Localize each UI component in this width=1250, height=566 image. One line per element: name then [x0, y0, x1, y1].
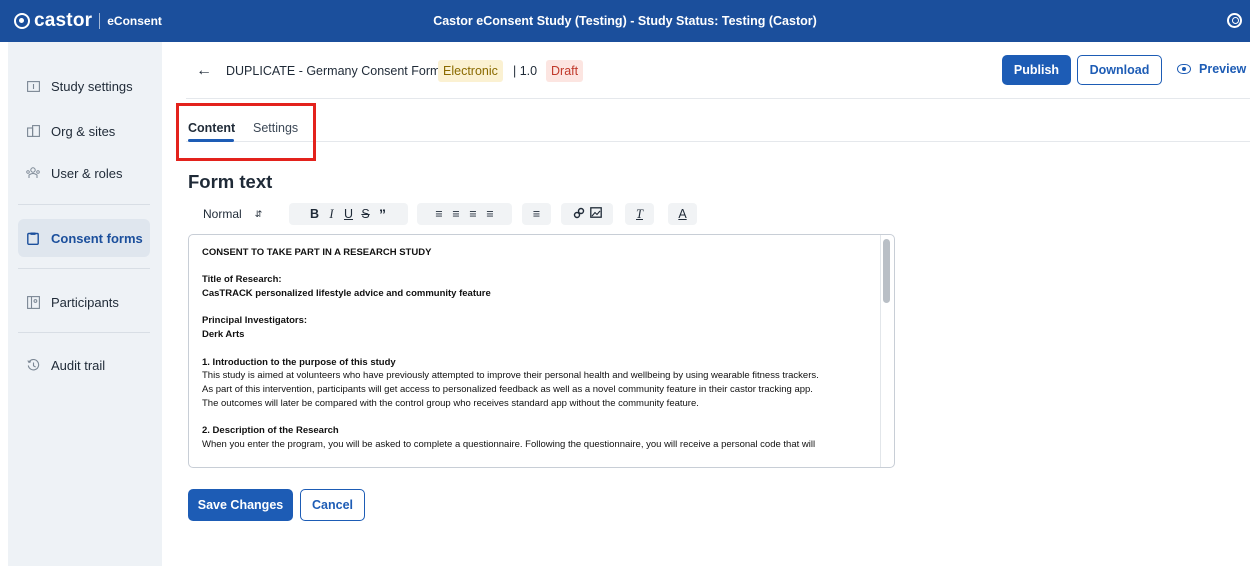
sidebar: Study settings Org & sites User & roles … [8, 42, 162, 566]
users-icon [26, 166, 40, 180]
quote-icon[interactable]: ” [374, 206, 391, 222]
media-group [561, 203, 613, 225]
section-title: Form text [188, 171, 273, 192]
color-group: A [668, 203, 697, 225]
castor-logo-icon [14, 13, 30, 29]
type-badge: Electronic [438, 60, 503, 82]
format-select-value: Normal [203, 207, 242, 221]
section-1-line: This study is aimed at volunteers who ha… [202, 370, 819, 382]
underline-icon[interactable]: U [340, 207, 357, 221]
sidebar-divider [18, 204, 150, 205]
pi-label: Principal Investigators: [202, 315, 308, 327]
section-2-heading: 2. Description of the Research [202, 425, 339, 437]
sidebar-divider [18, 268, 150, 269]
indent-increase-icon[interactable]: ≡ [482, 207, 499, 221]
tabs-divider [186, 141, 1250, 142]
sidebar-item-label: Audit trail [51, 357, 106, 373]
ordered-list-icon[interactable]: ≡ [431, 207, 448, 221]
research-title-value: CasTRACK personalized lifestyle advice a… [202, 288, 491, 300]
brand-divider [99, 13, 101, 29]
sidebar-item-participants[interactable]: Participants [18, 283, 150, 321]
editor-heading: CONSENT TO TAKE PART IN A RESEARCH STUDY [202, 247, 432, 258]
select-arrows-icon: ⇵ [254, 208, 263, 219]
cancel-button[interactable]: Cancel [300, 489, 365, 521]
sidebar-item-label: Study settings [51, 78, 133, 94]
section-1-line: The outcomes will later be compared with… [202, 397, 699, 409]
brand-name: castor [34, 10, 93, 31]
org-sites-icon [26, 124, 40, 138]
bullet-list-icon[interactable]: ≡ [448, 207, 465, 221]
section-1-line: As part of this intervention, participan… [202, 383, 813, 395]
align-group: ≡ [522, 203, 551, 225]
save-changes-button[interactable]: Save Changes [188, 489, 293, 521]
consent-forms-icon [26, 231, 40, 245]
sidebar-item-label: Participants [51, 294, 119, 310]
download-button[interactable]: Download [1077, 55, 1162, 85]
text-color-icon[interactable]: A [674, 207, 691, 221]
sidebar-item-label: User & roles [51, 165, 123, 181]
strikethrough-icon[interactable]: S [357, 207, 374, 221]
list-group: ≡ ≡ ≡ ≡ [417, 203, 512, 225]
sidebar-item-label: Org & sites [51, 123, 116, 139]
preview-label: Preview [1199, 62, 1247, 76]
sidebar-item-org-sites[interactable]: Org & sites [18, 112, 150, 150]
publish-button[interactable]: Publish [1002, 55, 1071, 85]
version-label: | 1.0 [513, 64, 538, 78]
bold-icon[interactable]: B [306, 207, 323, 221]
history-icon [26, 358, 40, 372]
product-name: eConsent [107, 14, 162, 28]
link-icon[interactable] [570, 207, 587, 222]
sidebar-divider [18, 332, 150, 333]
editor-content[interactable]: CONSENT TO TAKE PART IN A RESEARCH STUDY… [202, 246, 876, 465]
sidebar-item-consent-forms[interactable]: Consent forms [18, 219, 150, 257]
image-icon[interactable] [587, 207, 604, 221]
top-bar: castor eConsent Castor eConsent Study (T… [0, 0, 1250, 42]
editor-scrollbar[interactable] [883, 239, 890, 303]
account-icon[interactable] [1227, 13, 1242, 28]
research-title-label: Title of Research: [202, 274, 282, 286]
text-style-group: B I U S ” [289, 203, 408, 225]
clear-format-icon[interactable]: T [631, 207, 648, 222]
align-icon[interactable]: ≡ [528, 207, 545, 221]
format-select[interactable]: Normal ⇵ [195, 203, 275, 225]
clear-format-group: T [625, 203, 654, 225]
highlight-box [176, 103, 316, 161]
sidebar-item-user-roles[interactable]: User & roles [18, 154, 150, 192]
italic-icon[interactable]: I [323, 207, 340, 222]
study-settings-icon [26, 79, 40, 93]
preview-button[interactable]: Preview [1177, 62, 1246, 76]
form-text-editor[interactable]: CONSENT TO TAKE PART IN A RESEARCH STUDY… [188, 234, 895, 468]
sidebar-item-label: Consent forms [51, 230, 143, 246]
pi-value: Derk Arts [202, 329, 245, 341]
back-arrow-icon[interactable]: ← [196, 62, 212, 80]
section-2-line: When you enter the program, you will be … [202, 438, 816, 450]
section-1-heading: 1. Introduction to the purpose of this s… [202, 356, 396, 368]
eye-icon [1177, 64, 1191, 74]
sidebar-item-audit-trail[interactable]: Audit trail [18, 346, 150, 384]
participants-icon [26, 295, 40, 309]
scroll-track [880, 235, 881, 467]
status-badge: Draft [546, 60, 584, 82]
sidebar-item-study-settings[interactable]: Study settings [18, 67, 150, 105]
brand[interactable]: castor eConsent [0, 10, 180, 32]
indent-decrease-icon[interactable]: ≡ [465, 207, 482, 221]
study-title: Castor eConsent Study (Testing) - Study … [433, 14, 817, 28]
form-title: DUPLICATE - Germany Consent Form [226, 64, 441, 78]
